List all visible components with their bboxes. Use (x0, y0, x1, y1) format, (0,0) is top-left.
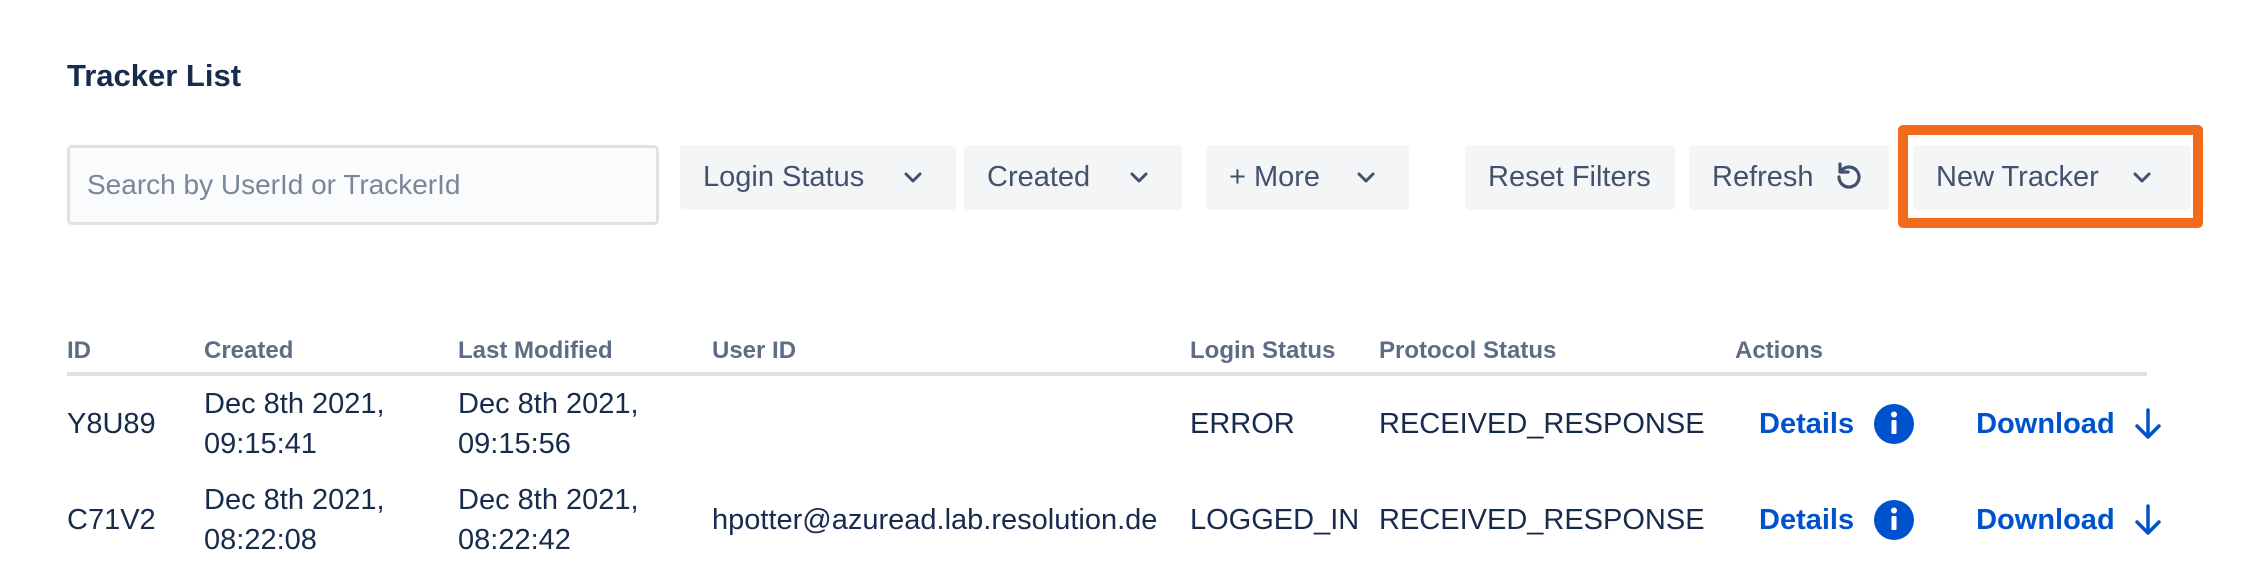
search-input[interactable] (85, 168, 656, 202)
reset-filters-label: Reset Filters (1488, 161, 1651, 193)
table-row: C71V2 Dec 8th 2021, 08:22:08 Dec 8th 202… (67, 472, 2161, 568)
login-status-filter-label: Login Status (703, 161, 865, 193)
modified-date: Dec 8th 2021, (458, 484, 639, 516)
new-tracker-highlight: New Tracker (1898, 125, 2203, 228)
reset-filters-button[interactable]: Reset Filters (1465, 145, 1675, 210)
download-button[interactable]: Download (1976, 404, 2163, 444)
created-time: 09:15:41 (204, 428, 317, 460)
table-row: Y8U89 Dec 8th 2021, 09:15:41 Dec 8th 202… (67, 374, 2161, 472)
login-status-filter-button[interactable]: Login Status (680, 145, 956, 210)
table-header-row: ID Created Last Modified User ID Login S… (67, 330, 2147, 376)
actions-cell: Details Download (1735, 472, 2161, 568)
details-button[interactable]: Details (1759, 500, 1915, 540)
new-tracker-label: New Tracker (1936, 161, 2099, 193)
protocol-status: RECEIVED_RESPONSE (1379, 504, 1705, 536)
column-header-user-id[interactable]: User ID (712, 330, 1190, 376)
modified-date: Dec 8th 2021, (458, 388, 639, 420)
created-date: Dec 8th 2021, (204, 484, 385, 516)
tracker-id: Y8U89 (67, 408, 156, 440)
created-filter-label: Created (987, 161, 1091, 193)
info-icon[interactable] (1874, 500, 1915, 540)
more-filters-button[interactable]: + More (1206, 145, 1409, 210)
info-icon[interactable] (1874, 404, 1915, 444)
chevron-down-icon (1355, 166, 1377, 188)
arrow-down-icon[interactable] (2133, 407, 2163, 441)
chevron-down-icon (1128, 166, 1150, 188)
tracker-table: ID Created Last Modified User ID Login S… (67, 330, 2161, 568)
modified-cell: Dec 8th 2021, 09:15:56 (458, 374, 712, 472)
login-status: ERROR (1190, 408, 1295, 440)
column-header-id[interactable]: ID (67, 330, 204, 376)
refresh-label: Refresh (1712, 161, 1814, 193)
search-field[interactable] (67, 145, 659, 225)
details-link[interactable]: Details (1759, 500, 1854, 540)
download-link[interactable]: Download (1976, 404, 2115, 444)
created-time: 08:22:08 (204, 524, 317, 556)
details-button[interactable]: Details (1759, 404, 1915, 444)
details-link[interactable]: Details (1759, 404, 1854, 444)
modified-cell: Dec 8th 2021, 08:22:42 (458, 472, 712, 568)
arrow-down-icon[interactable] (2133, 503, 2163, 537)
user-id: hpotter@azuread.lab.resolution.de (712, 504, 1158, 536)
created-cell: Dec 8th 2021, 09:15:41 (204, 374, 458, 472)
column-header-created[interactable]: Created (204, 330, 458, 376)
user-id (712, 374, 1190, 472)
column-header-login-status[interactable]: Login Status (1190, 330, 1379, 376)
created-filter-button[interactable]: Created (964, 145, 1182, 210)
tracker-id: C71V2 (67, 504, 156, 536)
modified-time: 09:15:56 (458, 428, 571, 460)
column-header-protocol-status[interactable]: Protocol Status (1379, 330, 1735, 376)
page-title: Tracker List (67, 58, 242, 93)
modified-time: 08:22:42 (458, 524, 571, 556)
download-link[interactable]: Download (1976, 500, 2115, 540)
created-date: Dec 8th 2021, (204, 388, 385, 420)
more-filters-label: + More (1229, 161, 1321, 193)
new-tracker-button[interactable]: New Tracker (1913, 145, 2191, 210)
chevron-down-icon (2131, 166, 2153, 188)
actions-cell: Details Download (1735, 374, 2161, 472)
refresh-button[interactable]: Refresh (1689, 145, 1889, 210)
download-button[interactable]: Download (1976, 500, 2163, 540)
created-cell: Dec 8th 2021, 08:22:08 (204, 472, 458, 568)
chevron-down-icon (902, 166, 924, 188)
column-header-last-modified[interactable]: Last Modified (458, 330, 712, 376)
column-header-actions: Actions (1735, 330, 2147, 376)
login-status: LOGGED_IN (1190, 504, 1360, 536)
refresh-icon (1831, 159, 1867, 195)
protocol-status: RECEIVED_RESPONSE (1379, 408, 1705, 440)
